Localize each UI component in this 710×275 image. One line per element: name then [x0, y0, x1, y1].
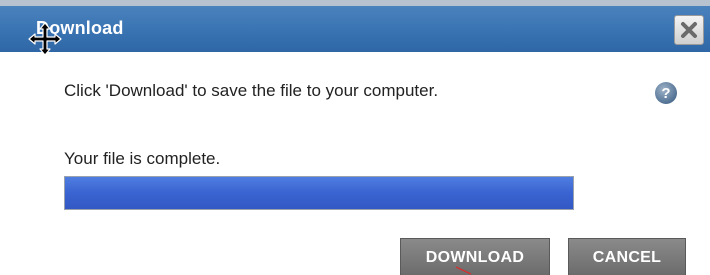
svg-text:?: ?	[661, 85, 670, 102]
pointer-cursor-icon	[455, 266, 472, 275]
download-button[interactable]: DOWNLOAD	[400, 238, 550, 275]
status-text: Your file is complete.	[64, 149, 221, 168]
close-button[interactable]	[674, 15, 704, 45]
progress-fill	[65, 177, 573, 209]
download-dialog: Download Click 'Download' to save the fi…	[0, 0, 710, 275]
instruction-text: Click 'Download' to save the file to you…	[64, 81, 439, 100]
help-icon[interactable]: ?	[654, 81, 678, 105]
move-cursor-icon	[28, 22, 62, 56]
dialog-titlebar[interactable]: Download	[0, 6, 710, 52]
progress-bar	[64, 176, 574, 210]
close-icon	[681, 22, 697, 38]
cancel-button[interactable]: CANCEL	[568, 238, 686, 275]
